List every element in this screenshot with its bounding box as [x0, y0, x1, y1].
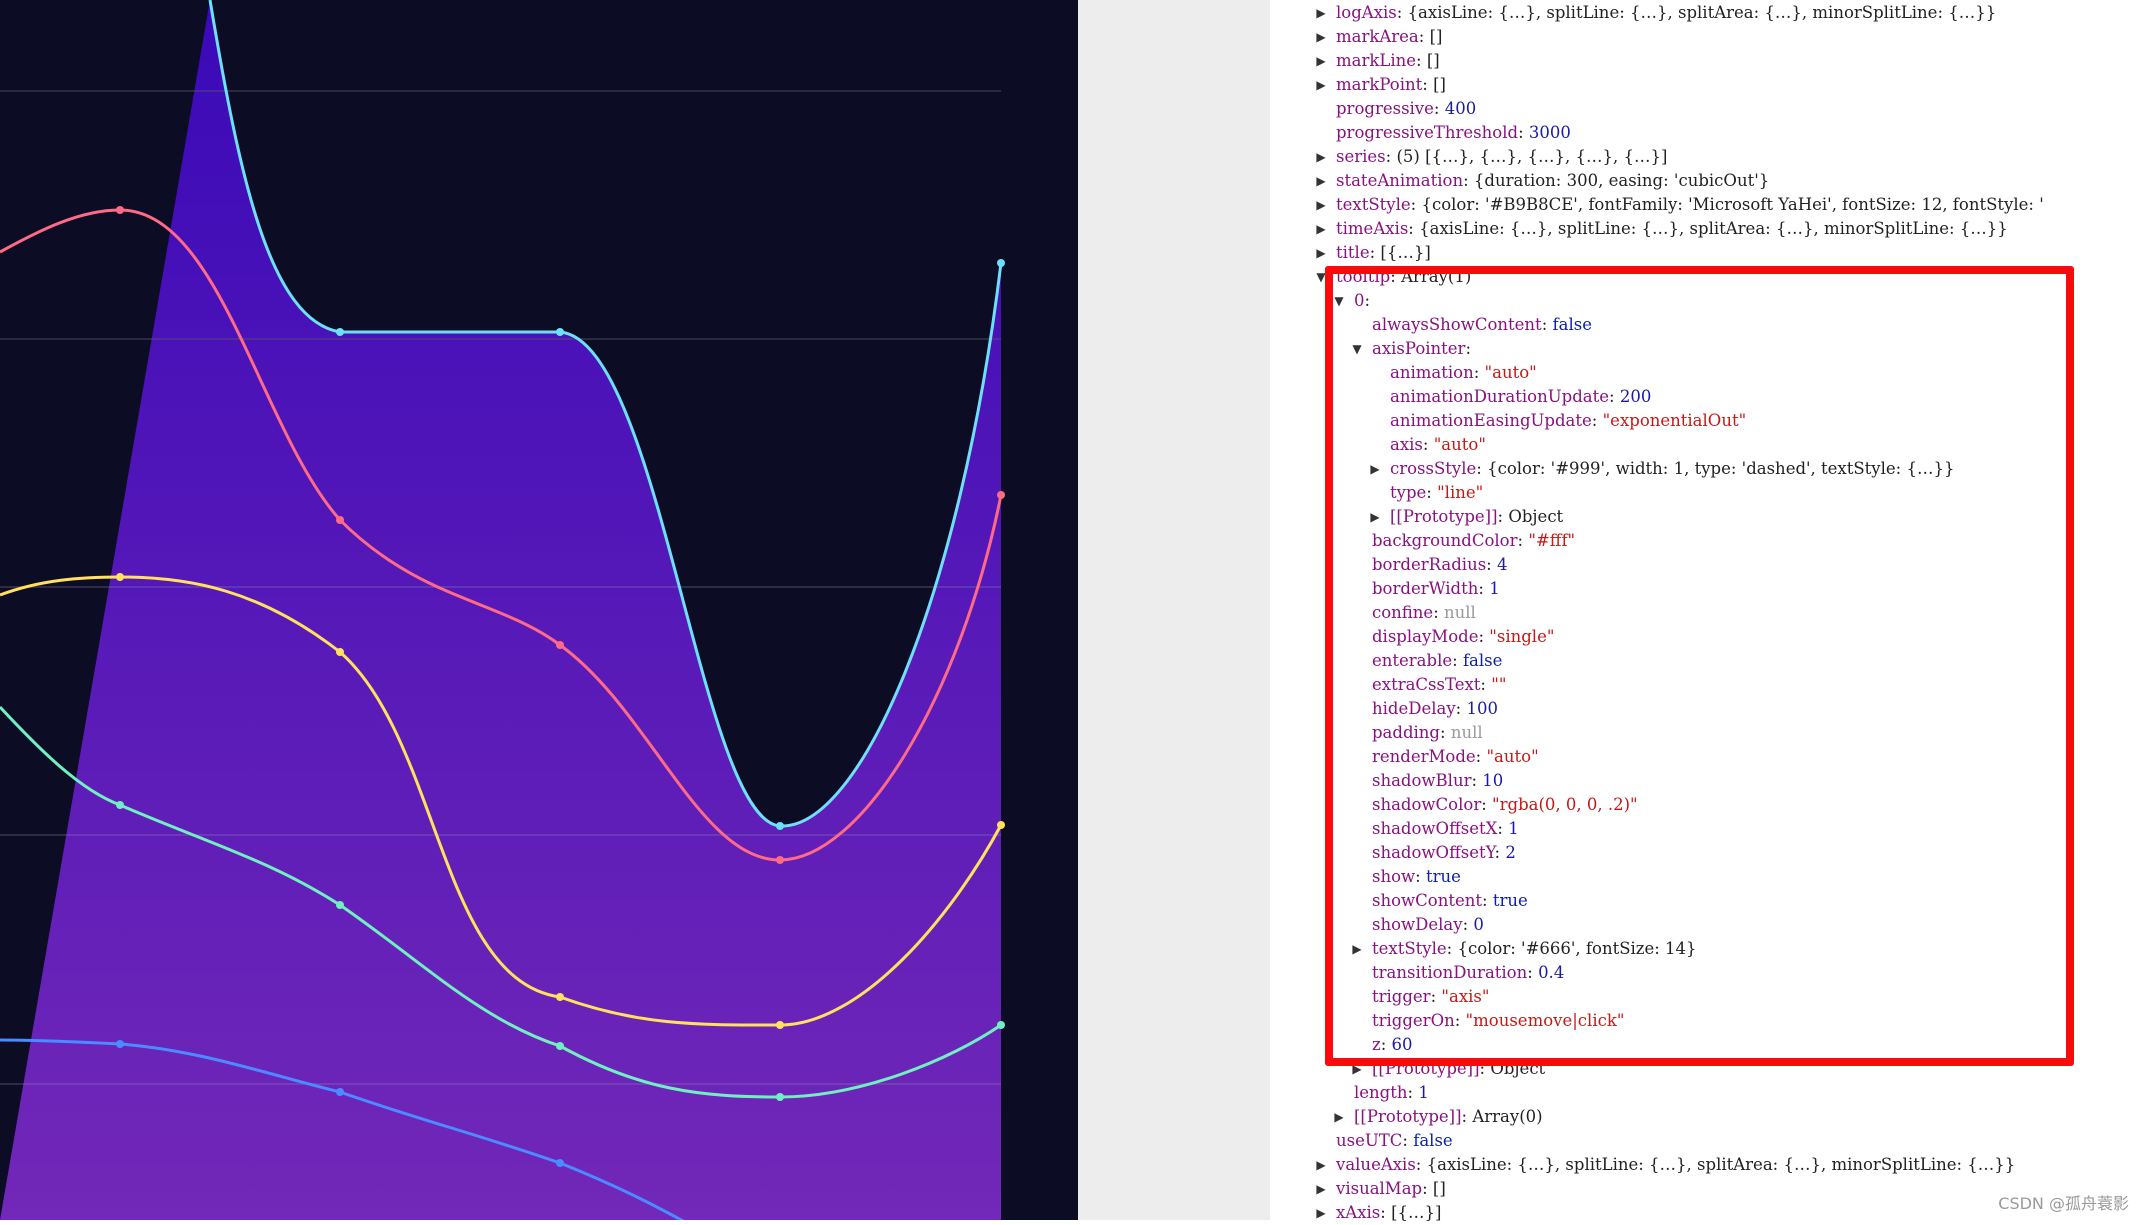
property-value: [{…}] — [1380, 243, 1431, 262]
property-value: {axisLine: {…}, splitLine: {…}, splitAre… — [1407, 3, 1997, 22]
series-1-point[interactable] — [776, 822, 784, 830]
property-value: Array(0) — [1472, 1107, 1543, 1126]
series-4-point[interactable] — [556, 1042, 564, 1050]
tree-row-progressivethreshold: progressiveThreshold: 3000 — [1336, 123, 1571, 142]
property-key: progressiveThreshold — [1336, 123, 1519, 142]
property-value: 3000 — [1528, 123, 1571, 142]
expand-triangle-icon[interactable]: ▶ — [1314, 169, 1328, 193]
property-key: logAxis — [1336, 3, 1397, 22]
property-key: markArea — [1336, 27, 1419, 46]
line-chart — [0, 0, 1005, 1220]
tree-row-visualmap[interactable]: ▶ visualMap: [] — [1316, 1177, 1446, 1201]
watermark: CSDN @孤舟蓑影 — [1998, 1194, 2129, 1213]
property-value: 1 — [1418, 1083, 1429, 1102]
tree-row-useutc: useUTC: false — [1336, 1131, 1453, 1150]
tree-row-textstyle[interactable]: ▶ textStyle: {color: '#B9B8CE', fontFamil… — [1316, 193, 2044, 217]
series-3-point[interactable] — [776, 1021, 784, 1029]
property-value: [] — [1432, 1179, 1446, 1198]
property-key: length — [1354, 1083, 1408, 1102]
expand-triangle-icon[interactable]: ▶ — [1314, 49, 1328, 73]
property-value: {axisLine: {…}, splitLine: {…}, splitAre… — [1419, 219, 2008, 238]
tree-row-prototype[interactable]: ▶ [[Prototype]]: Array(0) — [1334, 1105, 1543, 1129]
property-key: markPoint — [1336, 75, 1423, 94]
property-key: title — [1336, 243, 1370, 262]
property-key: series — [1336, 147, 1386, 166]
tree-row-title[interactable]: ▶ title: [{…}] — [1316, 241, 1431, 265]
property-key: useUTC — [1336, 1131, 1403, 1150]
expand-triangle-icon[interactable]: ▶ — [1314, 1177, 1328, 1201]
property-key: valueAxis — [1336, 1155, 1416, 1174]
property-key: [[Prototype]] — [1354, 1107, 1462, 1126]
chart-canvas — [0, 0, 1078, 1220]
expand-triangle-icon[interactable]: ▶ — [1314, 73, 1328, 97]
series-2-point[interactable] — [116, 206, 124, 214]
tree-row-progressive: progressive: 400 — [1336, 99, 1477, 118]
property-key: textStyle — [1336, 195, 1411, 214]
series-3-point[interactable] — [116, 573, 124, 581]
expand-triangle-icon[interactable]: ▶ — [1332, 1105, 1346, 1129]
property-key: progressive — [1336, 99, 1434, 118]
property-key: xAxis — [1336, 1203, 1381, 1222]
series-1-point[interactable] — [336, 328, 344, 336]
area-fill — [0, 0, 1001, 1220]
series-5-point[interactable] — [116, 1040, 124, 1048]
property-key: markLine — [1336, 51, 1416, 70]
property-value: {duration: 300, easing: 'cubicOut'} — [1473, 171, 1770, 190]
series-3-point[interactable] — [336, 648, 344, 656]
series-5-point[interactable] — [336, 1088, 344, 1096]
expand-triangle-icon[interactable]: ▶ — [1314, 1201, 1328, 1225]
property-value: (5) [{…}, {…}, {…}, {…}, {…}] — [1396, 147, 1668, 166]
property-key: stateAnimation — [1336, 171, 1464, 190]
series-1-point[interactable] — [556, 328, 564, 336]
expand-triangle-icon[interactable]: ▶ — [1314, 193, 1328, 217]
expand-triangle-icon[interactable]: ▶ — [1314, 1, 1328, 25]
tree-row-timeaxis[interactable]: ▶ timeAxis: {axisLine: {…}, splitLine: {…… — [1316, 217, 2008, 241]
tree-row-markarea[interactable]: ▶ markArea: [] — [1316, 25, 1443, 49]
tree-row-logaxis[interactable]: ▶ logAxis: {axisLine: {…}, splitLine: {…}… — [1316, 1, 1997, 25]
expand-triangle-icon[interactable]: ▶ — [1314, 217, 1328, 241]
property-key: visualMap — [1336, 1179, 1423, 1198]
series-5-point[interactable] — [556, 1159, 564, 1167]
property-value: 400 — [1444, 99, 1477, 118]
expand-triangle-icon[interactable]: ▶ — [1314, 145, 1328, 169]
tree-row-stateanimation[interactable]: ▶ stateAnimation: {duration: 300, easing:… — [1316, 169, 1770, 193]
property-value: false — [1413, 1131, 1453, 1150]
tree-row-valueaxis[interactable]: ▶ valueAxis: {axisLine: {…}, splitLine: {… — [1316, 1153, 2016, 1177]
property-key: timeAxis — [1336, 219, 1409, 238]
expand-triangle-icon[interactable]: ▶ — [1314, 241, 1328, 265]
property-value: {color: '#B9B8CE', fontFamily: 'Microsof… — [1421, 195, 2044, 214]
property-value: [{…}] — [1391, 1203, 1442, 1222]
series-2-point[interactable] — [556, 641, 564, 649]
tree-row-xaxis[interactable]: ▶ xAxis: [{…}] — [1316, 1201, 1442, 1225]
series-4-point[interactable] — [776, 1093, 784, 1101]
expand-triangle-icon[interactable]: ▶ — [1314, 25, 1328, 49]
series-4-point[interactable] — [336, 901, 344, 909]
series-2-point[interactable] — [336, 516, 344, 524]
highlight-box — [1325, 266, 2074, 1066]
expand-triangle-icon[interactable]: ▶ — [1314, 1153, 1328, 1177]
property-value: [] — [1426, 51, 1440, 70]
tree-row-markpoint[interactable]: ▶ markPoint: [] — [1316, 73, 1446, 97]
tree-row-markline[interactable]: ▶ markLine: [] — [1316, 49, 1440, 73]
page-gutter — [1078, 0, 1270, 1220]
tree-row-length: length: 1 — [1354, 1083, 1429, 1102]
property-value: {axisLine: {…}, splitLine: {…}, splitAre… — [1426, 1155, 2016, 1174]
series-2-point[interactable] — [776, 856, 784, 864]
series-3-point[interactable] — [556, 993, 564, 1001]
property-value: [] — [1433, 75, 1446, 94]
series-4-point[interactable] — [116, 801, 124, 809]
property-value: [] — [1429, 27, 1443, 46]
tree-row-series[interactable]: ▶ series: (5) [{…}, {…}, {…}, {…}, {…}] — [1316, 145, 1668, 169]
